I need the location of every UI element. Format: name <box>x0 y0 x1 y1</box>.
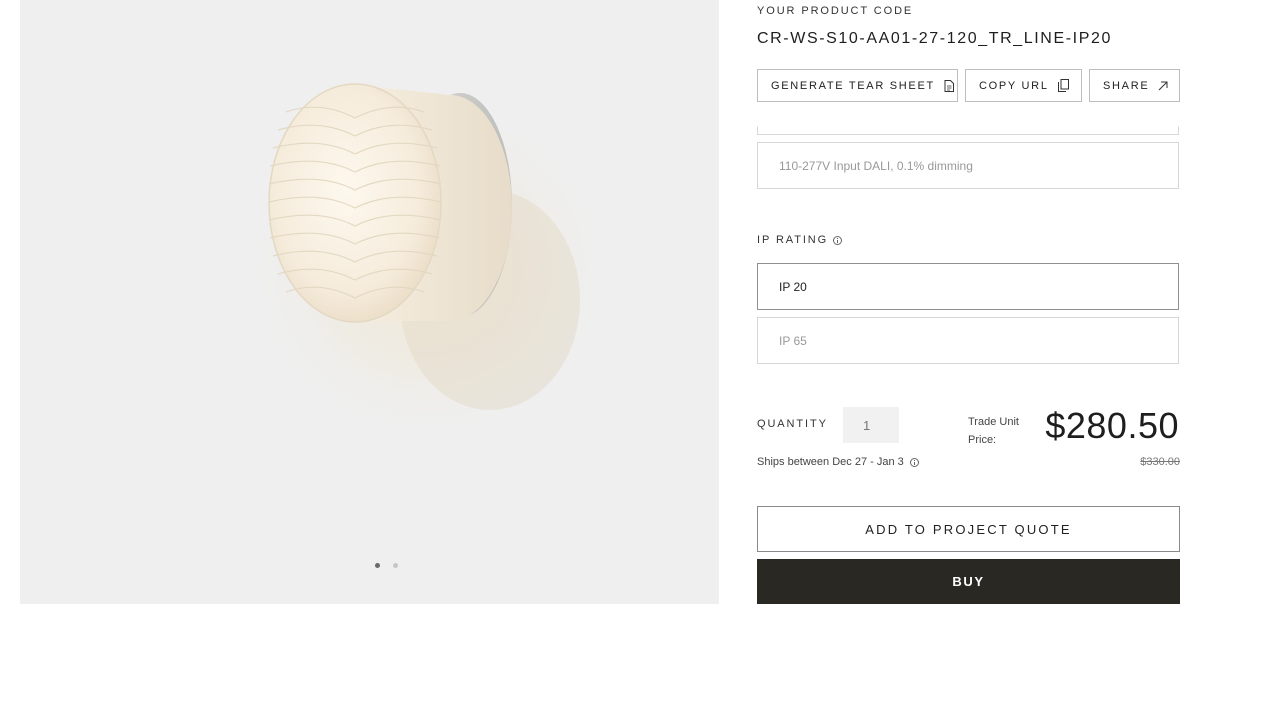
ip-rating-option-ip20[interactable]: IP 20 <box>757 263 1179 310</box>
document-icon <box>944 79 954 92</box>
copy-url-label: COPY URL <box>979 79 1049 92</box>
add-to-project-quote-button[interactable]: ADD TO PROJECT QUOTE <box>757 506 1180 552</box>
ip-rating-heading: IP RATING <box>757 234 843 246</box>
info-icon[interactable] <box>833 235 843 245</box>
ip-rating-option-ip65[interactable]: IP 65 <box>757 317 1179 364</box>
shipping-info-icon[interactable] <box>909 457 919 467</box>
buy-button[interactable]: BUY <box>757 559 1180 604</box>
ip-rating-label: IP RATING <box>757 234 829 246</box>
share-label: SHARE <box>1103 79 1150 92</box>
product-gallery <box>20 0 719 604</box>
driver-option[interactable]: 110-277V Input DALI, 0.1% dimming <box>757 142 1179 189</box>
tear-sheet-label: GENERATE TEAR SHEET <box>771 79 935 92</box>
arrow-up-right-icon <box>1159 81 1168 90</box>
original-price: $330.00 <box>1140 456 1180 468</box>
previous-option-edge <box>757 126 1179 135</box>
copy-url-button[interactable]: COPY URL <box>965 69 1082 102</box>
trade-unit-price-label: Trade Unit Price: <box>968 416 1019 446</box>
product-image <box>250 83 610 440</box>
share-button[interactable]: SHARE <box>1089 69 1180 102</box>
carousel-dot-1[interactable] <box>375 563 380 568</box>
quantity-input[interactable] <box>843 407 899 443</box>
trade-price: $280.50 <box>1045 405 1179 446</box>
copy-icon <box>1057 79 1069 92</box>
shipping-text: Ships between Dec 27 - Jan 3 <box>757 456 904 468</box>
product-code-value: CR-WS-S10-AA01-27-120_TR_LINE-IP20 <box>757 30 1112 47</box>
carousel-dot-2[interactable] <box>393 563 398 568</box>
generate-tear-sheet-button[interactable]: GENERATE TEAR SHEET <box>757 69 958 102</box>
carousel-dots <box>375 563 398 568</box>
shipping-estimate: Ships between Dec 27 - Jan 3 <box>757 456 919 468</box>
product-code-label: YOUR PRODUCT CODE <box>757 5 914 17</box>
quantity-label: QUANTITY <box>757 418 828 430</box>
action-buttons: GENERATE TEAR SHEET COPY URL SHARE <box>757 69 1180 102</box>
